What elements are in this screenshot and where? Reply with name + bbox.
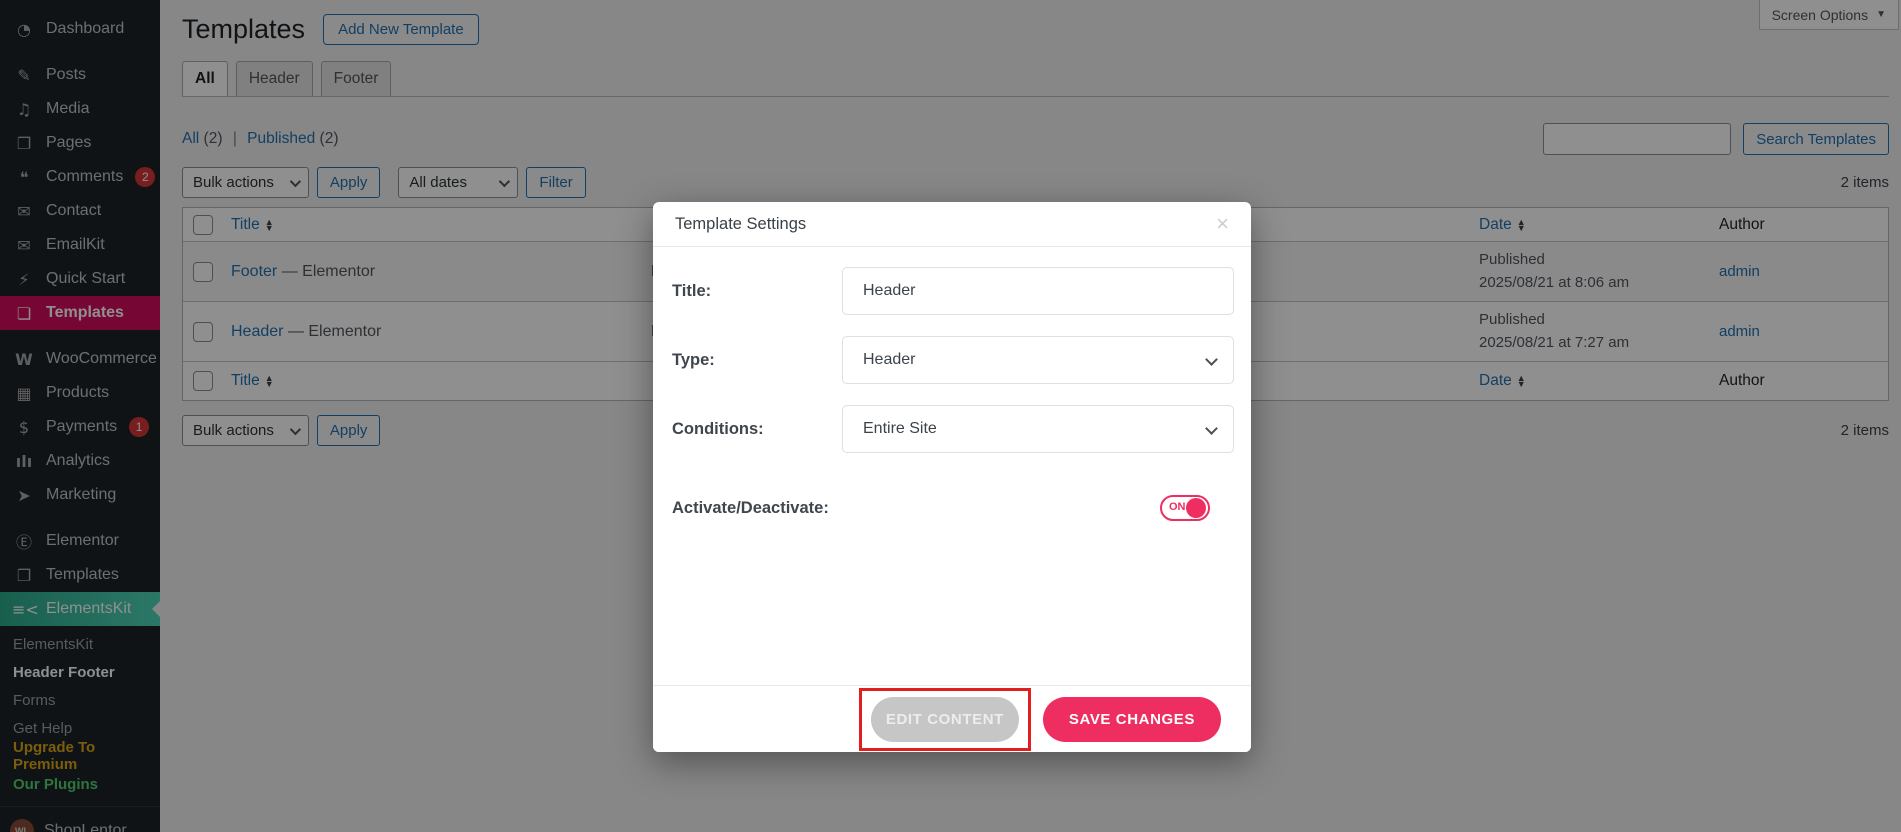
conditions-select[interactable]: Entire Site: [842, 405, 1234, 453]
conditions-field-row: Conditions: Entire Site: [653, 405, 1251, 453]
chevron-down-icon: [1205, 353, 1218, 366]
conditions-field-label: Conditions:: [672, 420, 842, 439]
save-changes-button[interactable]: SAVE CHANGES: [1043, 697, 1221, 742]
conditions-select-value: Entire Site: [863, 420, 937, 438]
title-field-label: Title:: [672, 282, 842, 301]
modal-footer: EDIT CONTENT SAVE CHANGES: [653, 685, 1251, 752]
edit-content-button[interactable]: EDIT CONTENT: [871, 697, 1019, 742]
template-title-input[interactable]: Header: [842, 267, 1234, 315]
activate-field-label: Activate/Deactivate:: [672, 499, 842, 518]
toggle-knob: [1186, 498, 1206, 518]
chevron-down-icon: [1205, 422, 1218, 435]
type-select-value: Header: [863, 351, 915, 369]
template-type-select[interactable]: Header: [842, 336, 1234, 384]
activate-field-row: Activate/Deactivate: ON: [653, 495, 1251, 521]
close-icon[interactable]: ×: [1216, 213, 1229, 235]
modal-title: Template Settings: [675, 215, 806, 234]
type-field-label: Type:: [672, 351, 842, 370]
activate-toggle[interactable]: ON: [1160, 495, 1210, 521]
type-field-row: Type: Header: [653, 336, 1251, 384]
modal-header: Template Settings ×: [653, 202, 1251, 247]
toggle-on-label: ON: [1169, 501, 1186, 513]
title-field-row: Title: Header: [653, 267, 1251, 315]
red-annotation-box: EDIT CONTENT: [859, 688, 1031, 751]
template-settings-modal: Template Settings × Title: Header Type: …: [653, 202, 1251, 752]
